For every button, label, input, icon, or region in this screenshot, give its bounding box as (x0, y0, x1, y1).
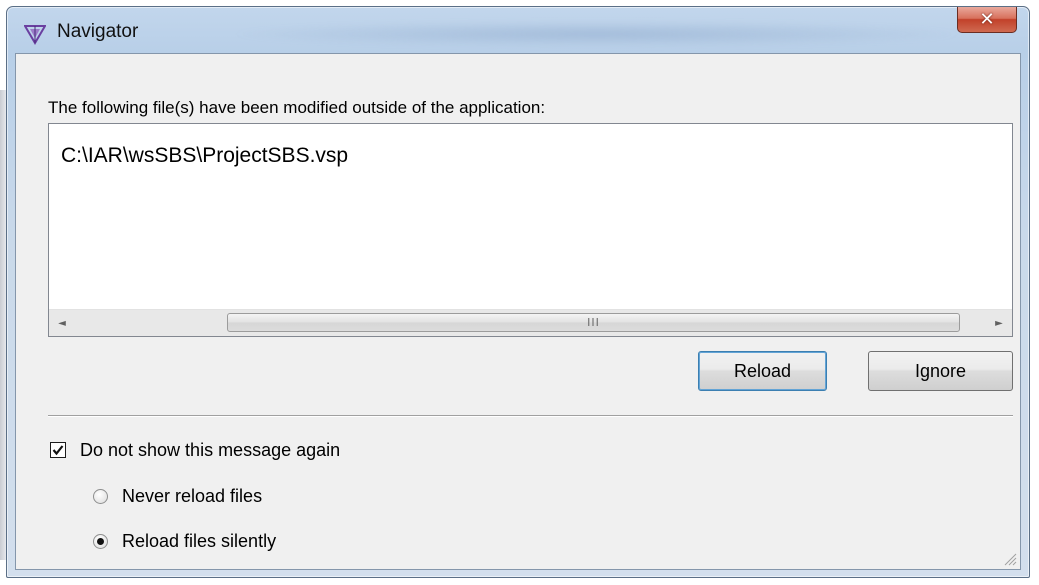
dialog-client-area: The following file(s) have been modified… (15, 53, 1021, 570)
scroll-grip-icon: III (587, 316, 600, 329)
list-item[interactable]: C:\IAR\wsSBS\ProjectSBS.vsp (61, 144, 348, 168)
ignore-button[interactable]: Ignore (868, 351, 1013, 391)
never-reload-label: Never reload files (122, 485, 263, 506)
never-reload-option[interactable]: Never reload files (93, 484, 262, 508)
modified-files-message: The following file(s) have been modified… (48, 98, 546, 117)
reload-button[interactable]: Reload (698, 351, 827, 391)
modified-files-list[interactable]: C:\IAR\wsSBS\ProjectSBS.vsp ◄ III ► (48, 123, 1013, 337)
never-reload-radio[interactable] (93, 488, 108, 504)
scroll-left-arrow-icon[interactable]: ◄ (49, 310, 75, 336)
navigator-triangle-icon (23, 23, 47, 45)
horizontal-scrollbar[interactable]: ◄ III ► (49, 309, 1012, 336)
reload-silently-radio[interactable] (93, 533, 108, 549)
navigator-dialog: Navigator ✕ The following file(s) have b… (6, 6, 1030, 578)
reload-silently-option[interactable]: Reload files silently (93, 529, 276, 553)
title-bar[interactable]: Navigator ✕ (7, 7, 1029, 53)
separator (48, 415, 1013, 417)
close-icon: ✕ (979, 9, 995, 30)
title-bar-glass-blur (227, 21, 967, 47)
reload-silently-label: Reload files silently (122, 530, 277, 551)
dont-show-again-label: Do not show this message again (80, 439, 341, 460)
window-title: Navigator (57, 21, 139, 42)
dont-show-again-option[interactable]: Do not show this message again (50, 438, 340, 462)
checkmark-icon (52, 445, 64, 456)
scroll-right-arrow-icon[interactable]: ► (986, 310, 1012, 336)
scroll-thumb[interactable]: III (227, 313, 960, 332)
radio-selected-dot (97, 537, 104, 545)
dont-show-again-checkbox[interactable] (50, 442, 66, 458)
resize-grip-icon[interactable] (1001, 550, 1017, 566)
close-button[interactable]: ✕ (957, 7, 1017, 33)
